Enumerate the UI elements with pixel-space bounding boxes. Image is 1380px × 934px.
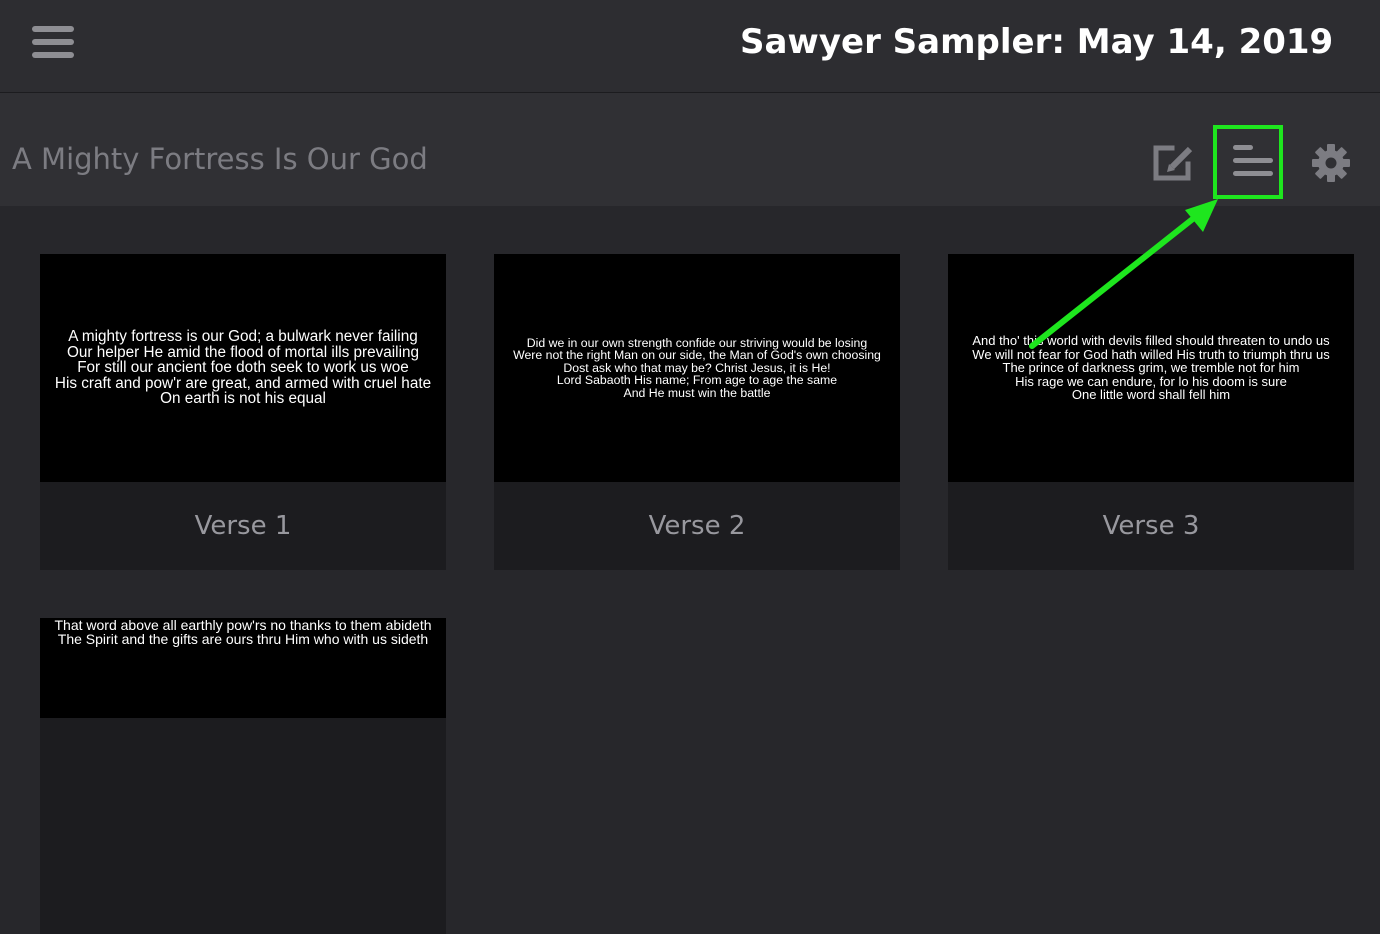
slide-label: Verse 3	[1102, 511, 1200, 541]
menu-line	[32, 39, 74, 45]
arrangement-icon[interactable]	[1213, 125, 1282, 198]
slide-label: Verse 1	[194, 511, 292, 541]
menu-line	[32, 52, 74, 58]
slide-preview: That word above all earthly pow'rs no th…	[40, 618, 446, 718]
slide-card[interactable]: And tho' this world with devils filled s…	[948, 254, 1354, 570]
page-title: Sawyer Sampler: May 14, 2019	[740, 22, 1334, 62]
slide-card[interactable]: That word above all earthly pow'rs no th…	[40, 618, 446, 934]
top-bar: Sawyer Sampler: May 14, 2019	[0, 0, 1380, 93]
song-title: A Mighty Fortress Is Our God	[12, 142, 428, 176]
hamburger-menu-icon[interactable]	[30, 24, 76, 60]
slide-lyrics: A mighty fortress is our God; a bulwark …	[54, 328, 432, 408]
menu-line	[32, 26, 74, 32]
edit-icon[interactable]	[1152, 142, 1198, 182]
slide-lyrics: That word above all earthly pow'rs no th…	[54, 617, 432, 647]
slide-preview: Did we in our own strength confide our s…	[494, 254, 900, 482]
slide-lyrics: And tho' this world with devils filled s…	[972, 333, 1330, 403]
slide-preview: A mighty fortress is our God; a bulwark …	[40, 254, 446, 482]
slide-card[interactable]: A mighty fortress is our God; a bulwark …	[40, 254, 446, 570]
slide-label: Verse 2	[648, 511, 746, 541]
slide-preview: And tho' this world with devils filled s…	[948, 254, 1354, 482]
slide-card[interactable]: Did we in our own strength confide our s…	[494, 254, 900, 570]
slide-lyrics: Did we in our own strength confide our s…	[513, 335, 881, 400]
gear-icon[interactable]	[1310, 142, 1352, 184]
